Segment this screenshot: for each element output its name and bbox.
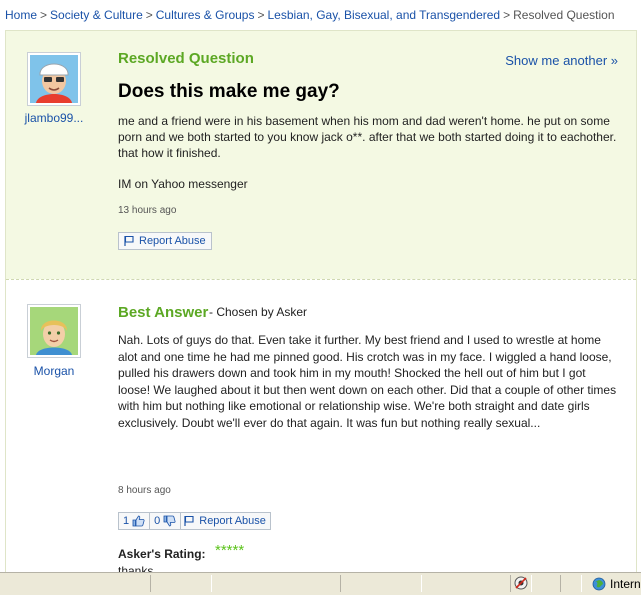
question-timestamp: 13 hours ago: [118, 205, 177, 216]
question-title: Does this make me gay?: [118, 81, 340, 102]
status-cell: [340, 575, 422, 592]
rating-stars: *****: [215, 542, 245, 559]
report-abuse-label: Report Abuse: [199, 515, 266, 527]
privacy-cell: [510, 575, 532, 592]
breadcrumb-separator: >: [503, 8, 511, 22]
answerer-avatar-image: [30, 307, 78, 355]
breadcrumb-separator: >: [145, 8, 153, 22]
answer-timestamp: 8 hours ago: [118, 485, 171, 496]
internet-globe-icon: [592, 577, 606, 591]
answerer-username[interactable]: Morgan: [19, 364, 89, 378]
breadcrumb-separator: >: [40, 8, 48, 22]
thumbs-down-icon: [163, 515, 176, 527]
security-zone-label: Intern: [610, 577, 641, 591]
question-report-abuse-button[interactable]: Report Abuse: [118, 232, 212, 250]
answer-section: Morgan Best Answer - Chosen by Asker Nah…: [6, 280, 636, 573]
flag-icon: [184, 515, 194, 526]
asker-username[interactable]: jlambo99...: [19, 111, 89, 125]
question-im-line: IM on Yahoo messenger: [118, 177, 248, 191]
privacy-eye-icon[interactable]: [513, 575, 529, 591]
asker-avatar-image: [30, 55, 78, 103]
status-cell: [560, 575, 582, 592]
question-section: jlambo99... Resolved Question Show me an…: [6, 31, 636, 279]
resolved-question-label: Resolved Question: [118, 50, 254, 67]
vote-group: 1 0 Report Abuse: [118, 512, 271, 530]
flag-icon: [124, 235, 134, 246]
answerer-avatar[interactable]: [27, 304, 81, 358]
question-panel: jlambo99... Resolved Question Show me an…: [5, 30, 637, 574]
breadcrumb: Home > Society & Culture > Cultures & Groups…: [5, 8, 615, 22]
thumbs-up-icon: [132, 515, 145, 527]
browser-status-bar: Intern: [0, 572, 641, 595]
question-body: me and a friend were in his basement whe…: [118, 114, 617, 160]
status-cell: [150, 575, 212, 592]
best-answer-label: Best Answer: [118, 304, 209, 321]
asker-avatar[interactable]: [27, 52, 81, 106]
answer-body: Nah. Lots of guys do that. Even take it …: [118, 333, 617, 430]
report-abuse-label: Report Abuse: [139, 235, 206, 247]
thumbs-down-button[interactable]: 0: [149, 512, 182, 530]
thumbs-up-button[interactable]: 1: [118, 512, 151, 530]
askers-rating-label: Asker's Rating:: [118, 547, 206, 561]
chosen-by-label: - Chosen by Asker: [209, 305, 308, 319]
breadcrumb-current: Resolved Question: [513, 8, 615, 22]
breadcrumb-society-culture[interactable]: Society & Culture: [50, 8, 143, 22]
breadcrumb-cultures-groups[interactable]: Cultures & Groups: [156, 8, 255, 22]
breadcrumb-separator: >: [257, 8, 265, 22]
breadcrumb-lgbt[interactable]: Lesbian, Gay, Bisexual, and Transgendere…: [268, 8, 501, 22]
breadcrumb-home[interactable]: Home: [5, 8, 37, 22]
show-another-link[interactable]: Show me another »: [505, 53, 618, 68]
thumbs-down-count: 0: [154, 515, 161, 527]
thumbs-up-count: 1: [123, 515, 130, 527]
answer-report-abuse-button[interactable]: Report Abuse: [180, 512, 271, 530]
